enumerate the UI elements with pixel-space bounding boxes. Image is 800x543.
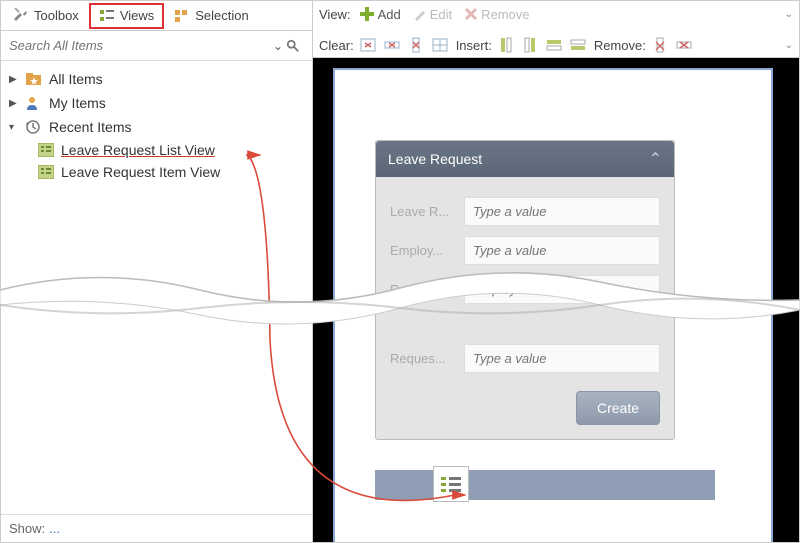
form-panel[interactable]: Leave Request ⌃ Leave R... Employ... (375, 140, 675, 440)
clear-label: Clear: (319, 38, 354, 53)
search-input[interactable] (9, 38, 270, 53)
form-field: Employ... (390, 236, 660, 265)
views-icon (99, 8, 115, 24)
clear-row-icon[interactable] (382, 36, 402, 54)
tree-all-items[interactable]: ▶ All Items (5, 67, 308, 91)
field-input[interactable] (464, 236, 660, 265)
tree-item-leave-request-item-view[interactable]: Leave Request Item View (33, 161, 308, 183)
field-label: Employ... (390, 243, 454, 258)
triangle-down-icon: ▾ (9, 122, 19, 133)
show-dots[interactable]: ... (49, 521, 60, 536)
view-list-icon (37, 141, 55, 159)
x-icon (464, 7, 478, 21)
remove-row-icon[interactable] (674, 36, 694, 54)
insert-col-right-icon[interactable] (520, 36, 540, 54)
triangle-right-icon: ▶ (9, 98, 19, 109)
tree-recent-items-label: Recent Items (49, 119, 131, 135)
tree-my-items-label: My Items (49, 95, 106, 111)
plus-icon (359, 6, 375, 22)
form-field: Reques... (390, 275, 660, 304)
tab-selection-label: Selection (195, 8, 248, 23)
show-label: Show: (9, 521, 45, 536)
tree: ▶ All Items ▶ My Items ▾ Recent Items (1, 61, 312, 514)
wrench-icon (13, 8, 29, 24)
pencil-icon (413, 7, 427, 21)
field-input[interactable] (464, 344, 660, 373)
left-tabs: Toolbox Views Selection (1, 1, 312, 31)
field-label: Reques... (390, 351, 454, 366)
form-field: Leave R... (390, 197, 660, 226)
remove-col-icon[interactable] (650, 36, 670, 54)
tree-my-items[interactable]: ▶ My Items (5, 91, 308, 115)
tab-views[interactable]: Views (89, 3, 164, 29)
clear-table-icon[interactable] (430, 36, 450, 54)
design-canvas[interactable]: Leave Request ⌃ Leave R... Employ... (313, 58, 799, 542)
tab-toolbox[interactable]: Toolbox (5, 5, 87, 27)
tree-all-items-label: All Items (49, 71, 103, 87)
search-icon[interactable] (286, 39, 304, 53)
drop-zone[interactable] (375, 470, 715, 500)
tab-toolbox-label: Toolbox (34, 8, 79, 23)
folder-star-icon (25, 70, 43, 88)
insert-label: Insert: (456, 38, 492, 53)
chevron-down-icon[interactable]: ⌄ (785, 9, 793, 20)
remove-label: Remove (481, 7, 529, 22)
tab-views-label: Views (120, 8, 154, 23)
selection-icon (174, 8, 190, 24)
page-surface[interactable]: Leave Request ⌃ Leave R... Employ... (333, 68, 773, 542)
tree-recent-items[interactable]: ▾ Recent Items (5, 115, 308, 139)
clock-icon (25, 118, 43, 136)
chevron-down-icon[interactable]: ⌄ (270, 39, 286, 53)
insert-row-above-icon[interactable] (544, 36, 564, 54)
triangle-right-icon: ▶ (9, 74, 19, 85)
remove-button[interactable]: Remove (460, 5, 533, 24)
chevron-down-icon[interactable]: ⌄ (785, 40, 793, 51)
insert-col-left-icon[interactable] (496, 36, 516, 54)
remove2-label: Remove: (594, 38, 646, 53)
clear-cell-icon[interactable] (358, 36, 378, 54)
field-label: Reques... (390, 282, 454, 297)
right-toolbar: View: Add Edit Remove ⌄ Clear: (313, 1, 799, 58)
chevron-up-icon[interactable]: ⌃ (649, 149, 662, 169)
field-input[interactable] (464, 197, 660, 226)
view-list-icon (37, 163, 55, 181)
tree-item-label: Leave Request List View (61, 142, 215, 158)
add-button[interactable]: Add (355, 4, 405, 24)
insert-row-below-icon[interactable] (568, 36, 588, 54)
list-view-drop-icon[interactable] (433, 466, 469, 502)
create-button[interactable]: Create (576, 391, 660, 425)
edit-button[interactable]: Edit (409, 5, 456, 24)
form-title: Leave Request (388, 151, 482, 167)
person-icon (25, 94, 43, 112)
field-label: Leave R... (390, 204, 454, 219)
view-label: View: (319, 7, 351, 22)
tree-item-leave-request-list-view[interactable]: Leave Request List View (33, 139, 308, 161)
clear-col-icon[interactable] (406, 36, 426, 54)
search-row: ⌄ (1, 31, 312, 61)
tab-selection[interactable]: Selection (166, 5, 256, 27)
edit-label: Edit (430, 7, 452, 22)
form-panel-header[interactable]: Leave Request ⌃ (376, 141, 674, 177)
field-input[interactable] (464, 275, 660, 304)
show-row: Show: ... (1, 514, 312, 542)
tree-item-label: Leave Request Item View (61, 164, 220, 180)
add-label: Add (378, 7, 401, 22)
form-field: Reques... (390, 344, 660, 373)
form-body: Leave R... Employ... Reques... Requ (376, 177, 674, 439)
